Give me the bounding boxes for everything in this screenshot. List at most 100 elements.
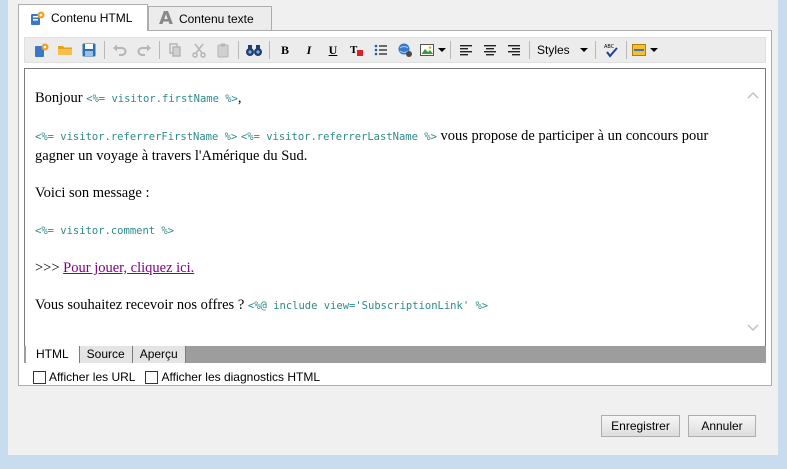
dialog: Contenu HTML A Contenu texte B I U T Sty… xyxy=(8,0,778,455)
greeting-comma: , xyxy=(237,90,242,106)
save-toolbar-button[interactable] xyxy=(77,39,101,61)
spellcheck-button[interactable]: ABC xyxy=(599,39,623,61)
view-tab-html[interactable]: HTML xyxy=(26,346,80,363)
show-urls-label: Afficher les URL xyxy=(49,370,136,384)
greeting-paragraph: Bonjour <%= visitor.firstName %>, xyxy=(35,89,739,109)
bold-button[interactable]: B xyxy=(273,39,297,61)
show-urls-checkbox[interactable]: Afficher les URL xyxy=(33,370,135,384)
insert-image-button[interactable] xyxy=(417,39,447,61)
align-center-button[interactable] xyxy=(478,39,502,61)
toolbar-separator xyxy=(594,41,596,59)
arrows-text: >>> xyxy=(35,260,64,276)
html-content-panel: B I U T Styles ABC Bonjour <%= visitor.f… xyxy=(18,30,772,386)
html-editor-area[interactable]: Bonjour <%= visitor.firstName %>, <%= vi… xyxy=(24,68,766,346)
comment-placeholder: <%= visitor.comment %> xyxy=(35,225,175,237)
svg-text:ABC: ABC xyxy=(604,44,615,50)
play-link[interactable]: Pour jouer, cliquez ici. xyxy=(63,260,194,276)
insert-block-icon xyxy=(632,44,647,56)
play-paragraph: >>> Pour jouer, cliquez ici. xyxy=(35,259,739,278)
invite-paragraph: <%= visitor.referrerFirstName %> <%= vis… xyxy=(35,127,739,166)
align-right-button[interactable] xyxy=(502,39,526,61)
redo-icon xyxy=(137,44,151,56)
underline-button[interactable]: U xyxy=(321,39,345,61)
text-color-icon: T xyxy=(350,44,363,56)
display-options: Afficher les URL Afficher les diagnostic… xyxy=(33,370,320,384)
subscription-include-placeholder: <%@ include view='SubscriptionLink' %> xyxy=(247,300,489,312)
toolbar-separator xyxy=(104,41,105,59)
checkbox-box[interactable] xyxy=(145,370,159,384)
clipboard-paste-icon xyxy=(217,43,229,58)
editor-toolbar: B I U T Styles ABC xyxy=(24,37,766,63)
message-label-paragraph: Voici son message : xyxy=(35,185,150,201)
offers-text: Vous souhaitez recevoir nos offres ? xyxy=(35,297,248,313)
toolbar-separator xyxy=(450,41,451,59)
toolbar-separator xyxy=(625,41,627,59)
chevron-down-icon xyxy=(579,48,588,52)
align-left-button[interactable] xyxy=(454,39,478,61)
styles-dropdown-label: Styles xyxy=(537,43,570,57)
tab-text-content[interactable]: A Contenu texte xyxy=(148,6,272,30)
insert-link-button[interactable] xyxy=(393,39,417,61)
window-frame-bottom xyxy=(0,455,787,469)
scissors-icon xyxy=(192,43,206,58)
checkbox-box[interactable] xyxy=(33,370,46,384)
tab-text-label: Contenu texte xyxy=(178,11,254,26)
svg-text:T: T xyxy=(350,44,358,56)
cancel-button[interactable]: Annuler xyxy=(688,415,756,437)
align-left-icon xyxy=(460,45,472,56)
bullet-list-icon xyxy=(374,44,387,56)
folder-icon xyxy=(58,46,72,55)
copy-icon xyxy=(169,43,181,57)
bold-icon: B xyxy=(280,42,289,57)
find-button[interactable] xyxy=(242,39,266,61)
new-document-icon xyxy=(35,43,49,57)
text-A-icon: A xyxy=(159,7,173,29)
chevron-down-icon xyxy=(437,48,446,52)
floppy-save-icon xyxy=(82,43,96,57)
undo-icon xyxy=(113,44,127,56)
view-mode-tabs: HTML Source Aperçu xyxy=(24,346,766,363)
view-tab-source[interactable]: Source xyxy=(79,346,133,363)
scroll-up-icon[interactable] xyxy=(747,91,759,99)
window-frame-left xyxy=(0,0,8,469)
italic-button[interactable]: I xyxy=(297,39,321,61)
window-frame-right xyxy=(778,0,787,469)
globe-link-icon xyxy=(398,43,412,57)
view-tab-preview[interactable]: Aperçu xyxy=(132,346,186,363)
styles-dropdown[interactable]: Styles xyxy=(533,39,592,61)
toolbar-separator xyxy=(529,41,530,59)
show-diagnostics-checkbox[interactable]: Afficher les diagnostics HTML xyxy=(145,370,320,384)
italic-icon: I xyxy=(306,42,312,57)
comment-paragraph: <%= visitor.comment %> xyxy=(35,221,739,241)
tab-html-content[interactable]: Contenu HTML xyxy=(18,4,148,31)
paste-button[interactable] xyxy=(211,39,235,61)
referrer-lastname-placeholder: <%= visitor.referrerLastName %> xyxy=(240,131,437,143)
undo-button[interactable] xyxy=(108,39,132,61)
referrer-firstname-placeholder: <%= visitor.referrerFirstName %> xyxy=(35,131,238,143)
new-document-button[interactable] xyxy=(29,39,53,61)
bullet-list-button[interactable] xyxy=(369,39,393,61)
align-right-icon xyxy=(508,45,520,56)
open-button[interactable] xyxy=(53,39,77,61)
show-diagnostics-label: Afficher les diagnostics HTML xyxy=(161,370,320,384)
toolbar-separator xyxy=(238,41,239,59)
save-button[interactable]: Enregistrer xyxy=(601,415,680,437)
firstname-placeholder: <%= visitor.firstName %> xyxy=(86,93,238,105)
greeting-text: Bonjour xyxy=(35,90,87,106)
tab-html-label: Contenu HTML xyxy=(51,11,133,25)
text-color-button[interactable]: T xyxy=(345,39,369,61)
toolbar-separator xyxy=(159,41,160,59)
offers-paragraph: Vous souhaitez recevoir nos offres ? <%@… xyxy=(35,296,739,316)
cut-button[interactable] xyxy=(187,39,211,61)
underline-icon: U xyxy=(328,42,338,57)
scroll-down-icon[interactable] xyxy=(747,324,759,332)
align-center-icon xyxy=(484,45,496,56)
insert-block-button[interactable] xyxy=(630,39,660,61)
html-doc-icon xyxy=(29,10,45,26)
binoculars-search-icon xyxy=(246,45,262,56)
image-icon xyxy=(419,44,434,56)
redo-button[interactable] xyxy=(132,39,156,61)
spellcheck-icon: ABC xyxy=(604,44,618,58)
copy-button[interactable] xyxy=(163,39,187,61)
chevron-down-icon xyxy=(650,48,659,52)
